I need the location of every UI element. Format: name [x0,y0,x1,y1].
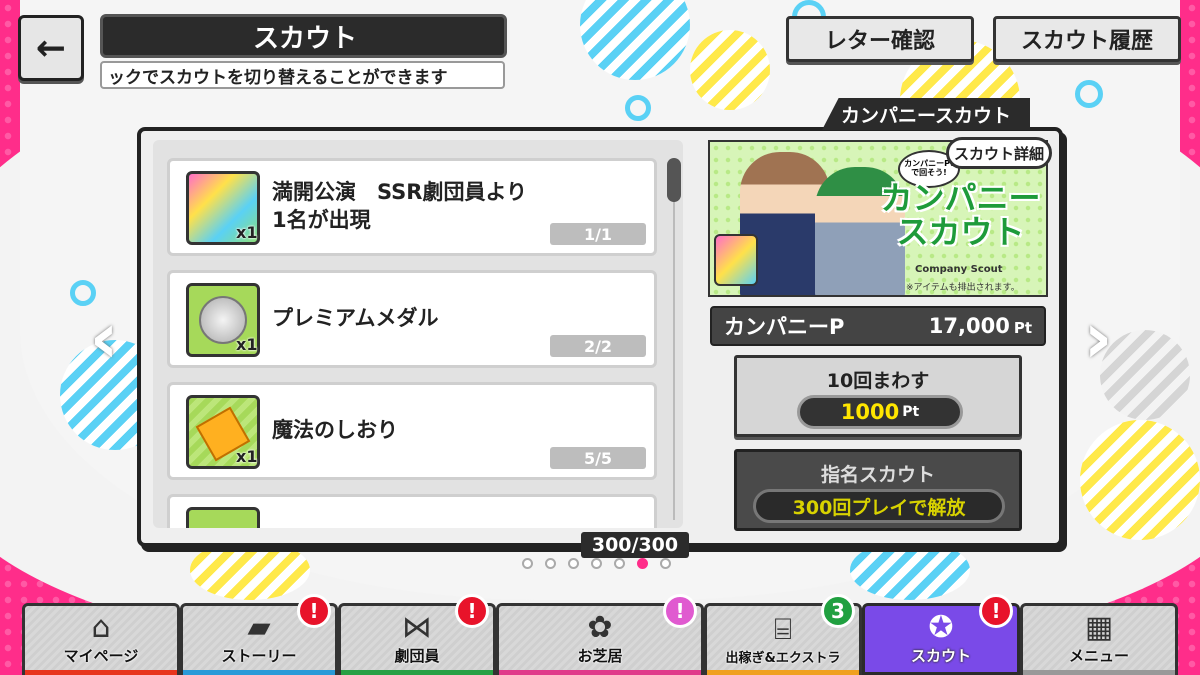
points-value: 17,000 [928,314,1010,338]
item-count: 2/2 [550,335,646,357]
next-item-icon [186,507,260,528]
shop-icon: ⌸ [774,612,792,647]
draw-label: 10回まわす [826,370,930,392]
nominate-condition: 300回プレイで解放 [753,489,1005,523]
item-name: 魔法のしおり [272,417,398,442]
list-item[interactable] [167,494,657,528]
page-dot[interactable] [660,558,671,569]
banner-title: カンパニー スカウト [880,179,1041,251]
page-dot[interactable] [591,558,602,569]
nav-label: お芝居 [577,647,623,665]
alert-badge: ! [663,594,697,628]
nav-troupe[interactable]: ⋈ 劇団員 ! [338,594,496,675]
count-badge: 3 [821,594,855,628]
page-dot[interactable] [568,558,579,569]
item-quantity: x1 [236,223,258,242]
nav-underline [183,670,335,675]
nav-label: ストーリー [221,647,297,665]
item-name: 満開公演 SSR劇団員より 1名が出現 [272,179,528,232]
item-quantity: x1 [236,447,258,466]
scroll-track-line [673,158,675,520]
nav-scout[interactable]: ✪ スカウト ! [862,594,1020,675]
nav-label: スカウト [910,647,971,665]
panel-tab: カンパニースカウト [822,98,1030,130]
nav-label: メニュー [1068,647,1129,665]
nav-menu[interactable]: ▦ メニュー [1020,603,1178,675]
alert-badge: ! [979,594,1013,628]
company-points-bar: カンパニーP 17,000 Pt [710,306,1046,346]
page-hint: ックでスカウトを切り替えることができます [100,61,505,89]
page-dot[interactable] [545,558,556,569]
deco-circle [850,540,970,600]
deco-circle [690,30,770,110]
page-dot-active[interactable] [637,558,648,569]
draw-10-button[interactable]: 10回まわす 1000 Pt [734,355,1022,437]
list-item[interactable]: x1 プレミアムメダル 2/2 [167,270,657,368]
deco-circle [1080,420,1200,540]
back-button[interactable]: ← [18,15,84,81]
points-label: カンパニーP [724,315,845,339]
list-item[interactable]: x1 満開公演 SSR劇団員より 1名が出現 1/1 [167,158,657,256]
item-name: プレミアムメダル [272,305,439,330]
reward-list[interactable]: x1 満開公演 SSR劇団員より 1名が出現 1/1 x1 プレミアムメダル 2/… [153,140,683,528]
stage-icon: ✿ [587,610,613,645]
bowtie-icon: ⋈ [402,610,432,645]
star-ticket-icon: ✪ [928,610,954,645]
points-unit: Pt [1013,319,1032,337]
page-dot[interactable] [614,558,625,569]
nominate-scout-button[interactable]: 指名スカウト 300回プレイで解放 [734,449,1022,531]
alert-badge: ! [455,594,489,628]
banner-english: Company Scout [915,264,1003,275]
list-item[interactable]: x1 魔法のしおり 5/5 [167,382,657,480]
nominate-label: 指名スカウト [820,464,935,486]
house-icon: ⌂ [91,610,111,645]
banner-note: ※アイテムも排出されます。 [906,283,1020,293]
nav-underline [499,670,701,675]
nav-underline [341,670,493,675]
draw-cost: 1000 Pt [797,395,963,429]
nav-label: マイページ [63,647,139,665]
ssr-ticket-icon [714,234,758,286]
deco-circle [190,540,310,600]
nav-label: 劇団員 [394,647,440,665]
page-indicator [522,558,671,569]
nav-extra[interactable]: ⌸ 出稼ぎ&エクストラ 3 [704,594,862,675]
nav-underline [25,670,177,675]
nav-play[interactable]: ✿ お芝居 ! [496,594,704,675]
scout-history-button[interactable]: スカウト履歴 [993,16,1181,62]
grid-icon: ▦ [1084,610,1114,645]
deco-ring [625,95,651,121]
list-scrollbar[interactable] [667,158,681,520]
prev-scout-arrow-icon[interactable]: ‹ [84,297,124,379]
item-count: 5/5 [550,447,646,469]
nav-underline [707,670,859,675]
next-scout-arrow-icon[interactable]: › [1078,297,1118,379]
item-quantity: x1 [236,335,258,354]
scroll-thumb[interactable] [667,158,681,202]
letter-button[interactable]: レター確認 [786,16,974,62]
reward-counter: 300/300 [581,532,689,558]
item-count: 1/1 [550,223,646,245]
nav-underline [1023,670,1175,675]
points-value-wrap: 17,000 Pt [929,314,1032,338]
page-title: スカウト [100,14,507,58]
scout-detail-button[interactable]: スカウト詳細 [946,137,1052,169]
nav-label: 出稼ぎ&エクストラ [725,651,841,666]
deco-ring [1075,80,1103,108]
book-icon: ▰ [247,610,271,645]
page-dot[interactable] [522,558,533,569]
back-arrow-icon: ← [35,27,67,69]
alert-badge: ! [297,594,331,628]
nav-story[interactable]: ▰ ストーリー ! [180,594,338,675]
nav-mypage[interactable]: ⌂ マイページ [22,603,180,675]
